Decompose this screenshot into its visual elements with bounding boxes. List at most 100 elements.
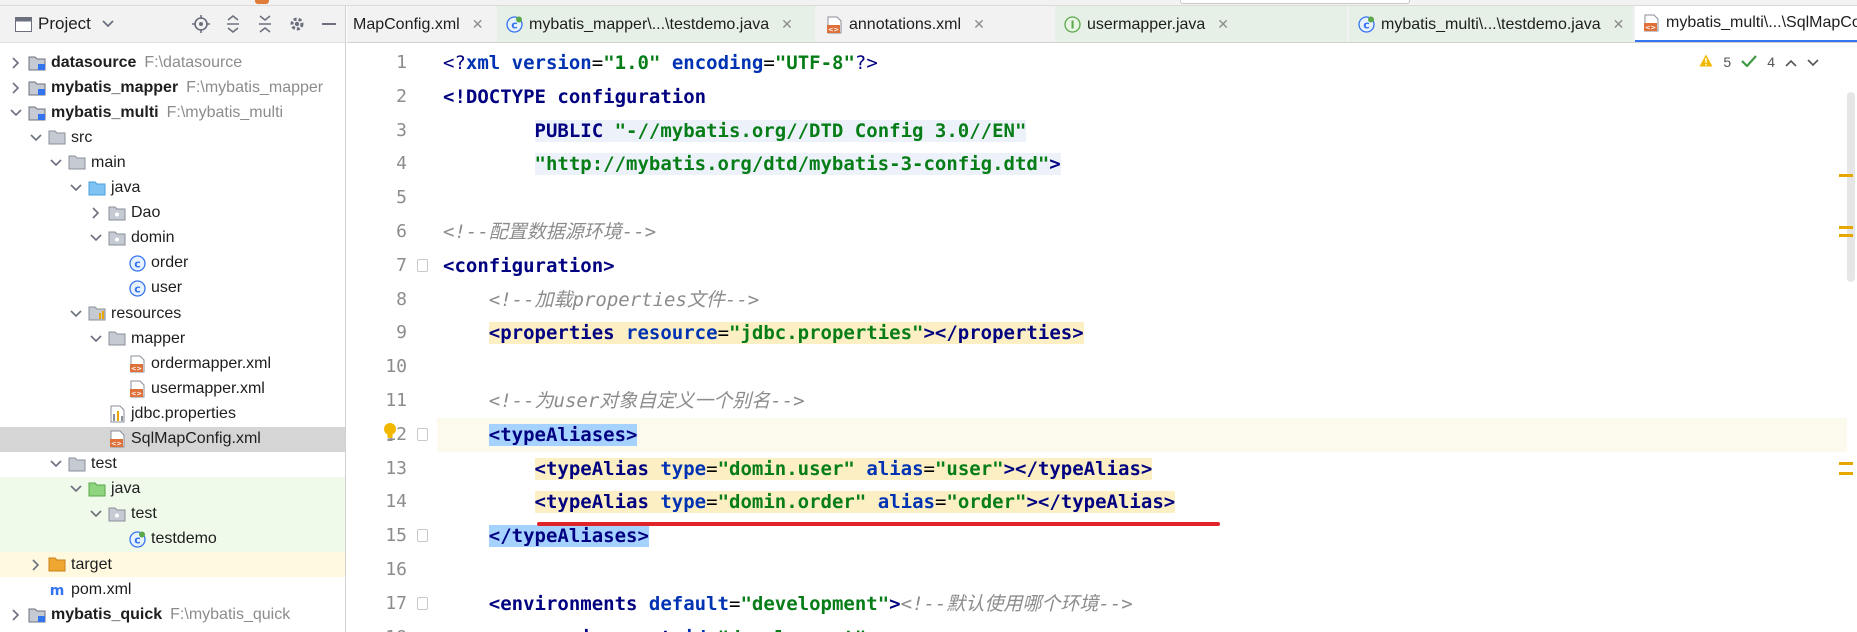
tree-item[interactable]: test — [0, 452, 345, 477]
chevron-down-icon[interactable] — [48, 155, 64, 171]
tree-item-label: ordermapper.xml — [151, 354, 272, 372]
editor-tab[interactable]: c mybatis_mapper\...\testdemo.java ✕ — [497, 6, 815, 42]
chevron-up-icon[interactable] — [1785, 54, 1797, 70]
code-line[interactable]: <!--配置数据源环境--> — [443, 215, 656, 249]
tree-item[interactable]: c user — [0, 276, 345, 301]
hide-panel-icon[interactable] — [320, 15, 338, 33]
tree-item[interactable]: mybatis_multi F:\mybatis_multi — [0, 100, 345, 125]
editor-tab[interactable]: c mybatis_multi\...\testdemo.java ✕ — [1349, 6, 1633, 42]
code-line[interactable]: "http://mybatis.org/dtd/mybatis-3-config… — [443, 147, 1061, 181]
tree-item-label: test — [91, 455, 117, 473]
tree-item[interactable]: <> ordermapper.xml — [0, 351, 345, 376]
lightbulb-icon[interactable] — [383, 422, 397, 442]
chevron-right-icon[interactable] — [8, 80, 24, 96]
fold-marker[interactable] — [417, 596, 428, 610]
chevron-down-icon[interactable] — [88, 331, 104, 347]
chevron-right-icon[interactable] — [8, 55, 24, 71]
tree-item[interactable]: c testdemo — [0, 526, 345, 552]
code-line[interactable]: <typeAliases> — [443, 418, 638, 452]
close-icon[interactable]: ✕ — [1613, 16, 1625, 33]
code-line[interactable]: <!--为user对象自定义一个别名--> — [443, 384, 805, 418]
warning-marker[interactable] — [1839, 472, 1853, 475]
editor-tab[interactable]: <>mybatis_multi\...\SqlMapConfig.xml✕ — [1635, 6, 1857, 42]
close-icon[interactable]: ✕ — [1217, 16, 1229, 33]
tree-item[interactable]: datasource F:\datasource — [0, 50, 345, 75]
locate-icon[interactable] — [192, 15, 210, 33]
editor-tab[interactable]: MapConfig.xml ✕ — [347, 6, 495, 42]
tree-item[interactable]: springF:\spring — [0, 627, 345, 632]
tree-item[interactable]: mybatis_quick F:\mybatis_quick — [0, 602, 345, 627]
editor-tab[interactable]: <> annotations.xml ✕ — [817, 6, 1053, 42]
tree-item[interactable]: mybatis_mapper F:\mybatis_mapper — [0, 75, 345, 100]
chevron-down-icon[interactable] — [99, 15, 117, 33]
tree-item[interactable]: java — [0, 176, 345, 201]
tree-item[interactable]: <> SqlMapConfig.xml — [0, 426, 345, 452]
close-icon[interactable]: ✕ — [973, 16, 985, 33]
tree-item[interactable]: java — [0, 476, 345, 502]
tree-item-label: target — [71, 555, 112, 573]
test-class-icon: c — [1357, 16, 1375, 34]
package-icon — [108, 229, 126, 247]
code-line[interactable]: <environment id="development"> — [443, 621, 878, 632]
code-line[interactable]: <typeAlias type="domin.user" alias="user… — [443, 452, 1153, 486]
warning-marker[interactable] — [1839, 234, 1853, 237]
chevron-right-icon[interactable] — [88, 205, 104, 221]
tree-item[interactable]: jdbc.properties — [0, 401, 345, 426]
chevron-down-icon[interactable] — [68, 306, 84, 322]
chevron-down-icon[interactable] — [48, 456, 64, 472]
module-folder-icon — [28, 104, 46, 122]
module-folder-icon — [28, 79, 46, 97]
tree-item[interactable]: domin — [0, 226, 345, 251]
close-icon[interactable]: ✕ — [472, 16, 484, 33]
fold-marker[interactable] — [417, 258, 428, 272]
tree-item[interactable]: <> usermapper.xml — [0, 376, 345, 401]
code-line[interactable]: <!--加载properties文件--> — [443, 283, 759, 317]
tree-item[interactable]: test — [0, 501, 345, 527]
tree-item[interactable]: src — [0, 125, 345, 150]
tree-item[interactable]: mapper — [0, 326, 345, 351]
chevron-down-icon[interactable] — [8, 105, 24, 121]
chevron-right-icon[interactable] — [8, 607, 24, 623]
tree-item[interactable]: m pom.xml — [0, 577, 345, 602]
chevron-down-icon[interactable] — [88, 230, 104, 246]
tree-item-path: F:\mybatis_multi — [166, 103, 284, 121]
chevron-right-icon[interactable] — [28, 557, 44, 573]
project-panel-title[interactable]: Project — [38, 14, 91, 34]
code-line[interactable]: <properties resource="jdbc.properties"><… — [443, 316, 1084, 350]
chevron-down-icon[interactable] — [68, 180, 84, 196]
tree-item[interactable]: Dao — [0, 201, 345, 226]
expand-all-icon[interactable] — [224, 15, 242, 33]
inspection-widget[interactable]: 5 4 — [1699, 54, 1819, 70]
gear-icon[interactable] — [288, 15, 306, 33]
code-line[interactable]: <typeAlias type="domin.order" alias="ord… — [443, 485, 1176, 519]
chevron-down-icon[interactable] — [1807, 54, 1819, 70]
code-line[interactable]: <?xml version="1.0" encoding="UTF-8"?> — [443, 46, 878, 80]
tree-item[interactable]: target — [0, 552, 345, 577]
close-icon[interactable]: ✕ — [781, 16, 793, 33]
chevron-down-icon[interactable] — [88, 506, 104, 522]
chevron-down-icon[interactable] — [28, 130, 44, 146]
tree-item[interactable]: c order — [0, 251, 345, 276]
vertical-scrollbar[interactable] — [1847, 92, 1855, 282]
code-line[interactable]: <environments default="development"><!--… — [443, 587, 1133, 621]
fold-marker[interactable] — [417, 529, 428, 543]
chevron-down-icon[interactable] — [68, 481, 84, 497]
code-token: <typeAlias — [534, 491, 661, 514]
code-line[interactable]: <!DOCTYPE configuration — [443, 80, 706, 114]
project-panel: Project datasource F:\datasource mybatis_m… — [0, 6, 346, 632]
collapse-all-icon[interactable] — [256, 15, 274, 33]
editor-tab[interactable]: Iusermapper.java ✕ — [1055, 6, 1347, 42]
code-line[interactable]: <configuration> — [443, 249, 615, 283]
warning-marker[interactable] — [1839, 174, 1853, 177]
toolbar-fragment — [255, 0, 269, 4]
code-editor[interactable]: 123456789101112131415161718 <?xml versio… — [347, 44, 1857, 632]
tree-item[interactable]: resources — [0, 301, 345, 326]
code-line[interactable]: PUBLIC "-//mybatis.org//DTD Config 3.0//… — [443, 114, 1027, 148]
fold-marker[interactable] — [417, 427, 428, 441]
warning-marker[interactable] — [1839, 226, 1853, 229]
line-number: 18 — [347, 621, 407, 632]
tree-item[interactable]: main — [0, 150, 345, 175]
warning-marker[interactable] — [1839, 462, 1853, 465]
